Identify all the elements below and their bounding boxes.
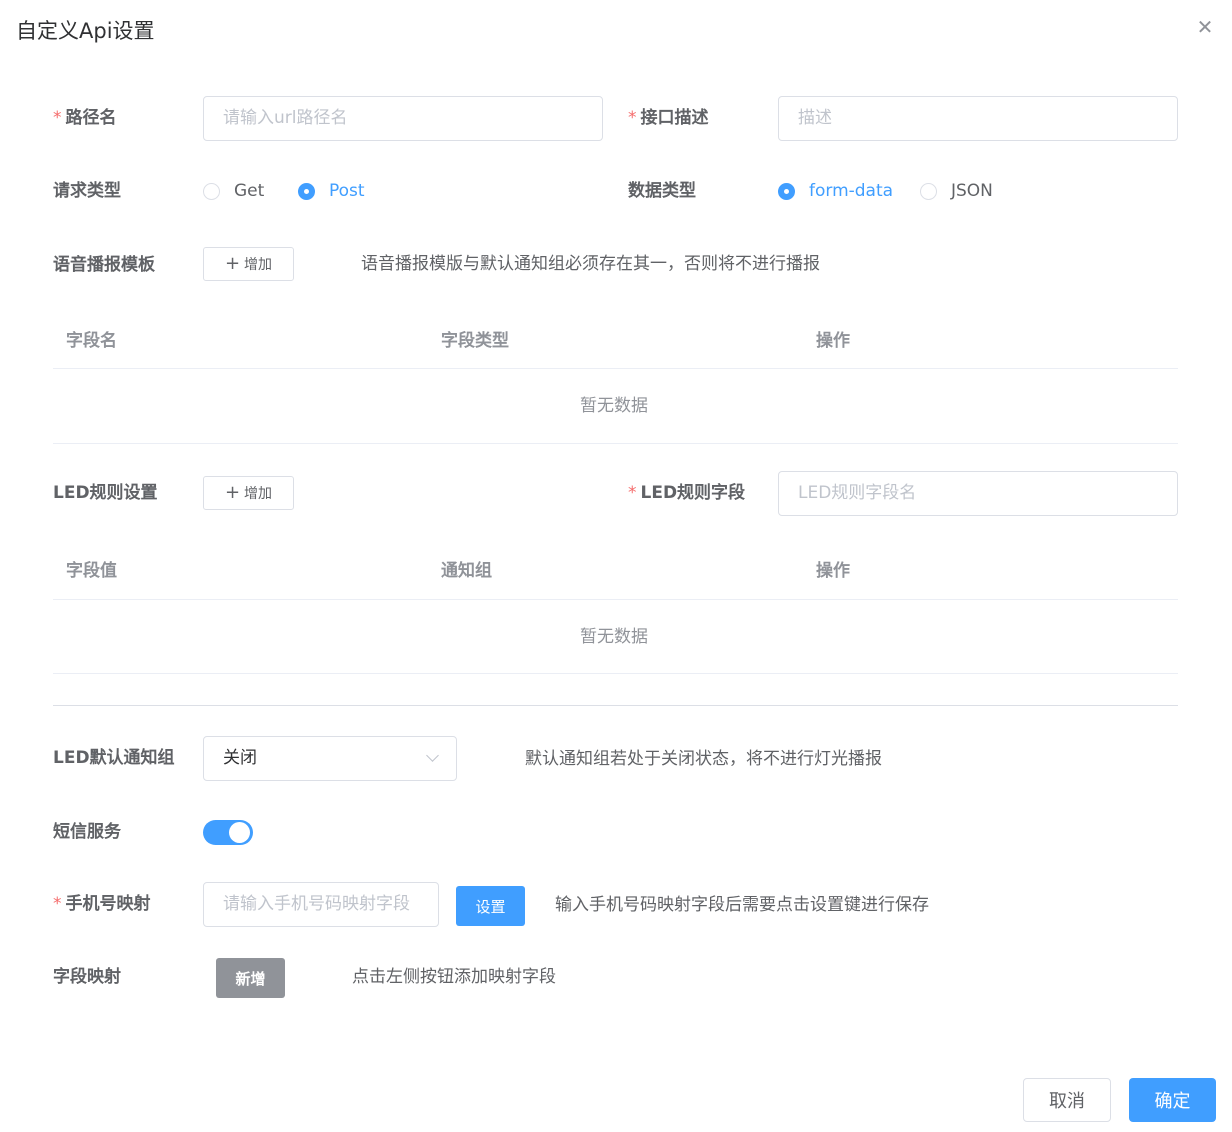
field-mapping-add-button[interactable]: 新增	[216, 958, 285, 998]
voice-template-label: 语音播报模板	[53, 255, 155, 275]
led-rule-label: LED规则设置	[53, 483, 158, 503]
phone-mapping-hint: 输入手机号码映射字段后需要点击设置键进行保存	[555, 895, 929, 915]
radio-dot	[920, 182, 937, 200]
table-header-cell: 字段名	[66, 331, 117, 351]
table-header-cell: 操作	[816, 331, 850, 351]
led-default-group-hint: 默认通知组若处于关闭状态，将不进行灯光播报	[525, 749, 882, 769]
radio-post[interactable]: Post	[298, 179, 365, 203]
plus-icon: +	[224, 253, 241, 274]
radio-dot	[298, 182, 315, 200]
led-rule-add-button[interactable]: + 增加	[203, 476, 294, 510]
voice-template-add-button[interactable]: + 增加	[203, 247, 294, 281]
switch-knob	[229, 822, 250, 843]
field-mapping-hint: 点击左侧按钮添加映射字段	[352, 967, 556, 987]
table-header-cell: 操作	[816, 561, 850, 581]
path-label: * 路径名	[53, 108, 117, 128]
required-mark: *	[53, 894, 62, 914]
section-divider	[53, 705, 1178, 706]
sms-switch[interactable]	[203, 820, 253, 845]
required-mark: *	[628, 108, 637, 128]
radio-dot	[203, 182, 220, 200]
radio-json[interactable]: JSON	[920, 179, 993, 203]
plus-icon: +	[224, 482, 241, 503]
request-type-label: 请求类型	[53, 181, 121, 201]
chevron-down-icon	[426, 749, 439, 762]
required-mark: *	[628, 483, 637, 503]
table-empty-text: 暂无数据	[580, 627, 648, 647]
table-header-cell: 字段类型	[441, 331, 509, 351]
table-header-cell: 通知组	[441, 561, 492, 581]
radio-get[interactable]: Get	[203, 179, 264, 203]
table-header-cell: 字段值	[66, 561, 117, 581]
path-input[interactable]: 请输入url路径名	[203, 96, 603, 141]
phone-mapping-set-button[interactable]: 设置	[456, 886, 525, 926]
phone-mapping-input[interactable]: 请输入手机号码映射字段	[203, 882, 439, 927]
divider	[53, 368, 1178, 369]
divider	[53, 599, 1178, 600]
required-mark: *	[53, 108, 62, 128]
cancel-button[interactable]: 取消	[1023, 1078, 1111, 1122]
data-type-label: 数据类型	[628, 181, 696, 201]
divider	[53, 673, 1178, 674]
phone-mapping-label: * 手机号映射	[53, 894, 151, 914]
sms-label: 短信服务	[53, 822, 121, 842]
confirm-button[interactable]: 确定	[1129, 1078, 1216, 1122]
desc-label: * 接口描述	[628, 108, 709, 128]
led-rule-field-input[interactable]: LED规则字段名	[778, 471, 1178, 516]
table-empty-text: 暂无数据	[580, 396, 648, 416]
field-mapping-label: 字段映射	[53, 967, 121, 987]
desc-input[interactable]: 描述	[778, 96, 1178, 141]
led-default-group-select[interactable]: 关闭	[203, 736, 457, 781]
led-default-group-label: LED默认通知组	[53, 748, 175, 768]
led-rule-field-label: * LED规则字段	[628, 483, 746, 503]
radio-form-data[interactable]: form-data	[778, 179, 893, 203]
radio-dot	[778, 182, 795, 200]
voice-template-hint: 语音播报模版与默认通知组必须存在其一，否则将不进行播报	[361, 254, 820, 274]
close-icon[interactable]: ✕	[1196, 17, 1214, 37]
dialog-title: 自定义Api设置	[16, 19, 155, 43]
divider	[53, 443, 1178, 444]
